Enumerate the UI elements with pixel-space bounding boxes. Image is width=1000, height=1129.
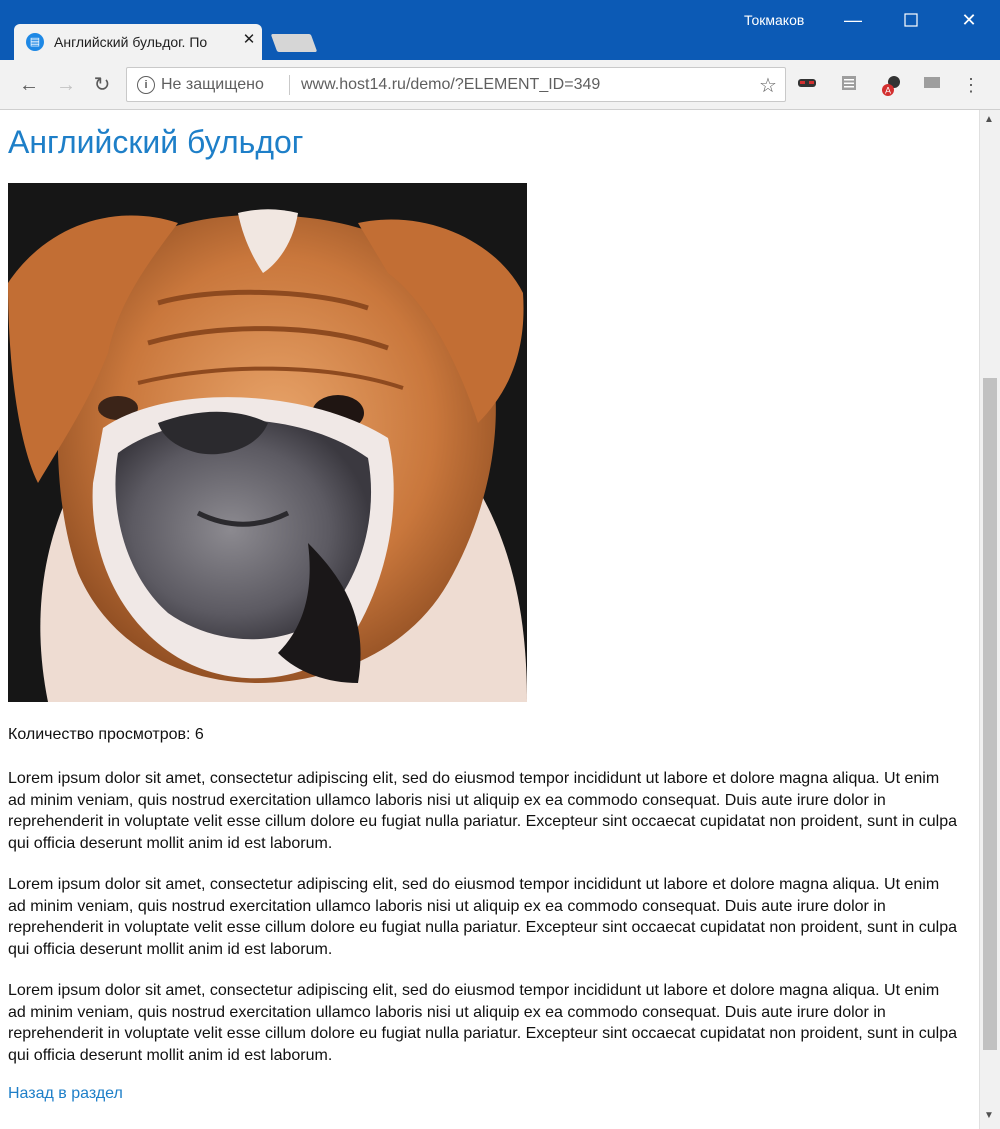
translate-extension-icon[interactable]: A	[880, 75, 900, 96]
minimize-icon[interactable]: —	[824, 0, 882, 40]
title-bar: ▤ Английский бульдог. По ✕ Токмаков — ✕	[0, 0, 1000, 60]
basket-icon: ▤	[26, 33, 44, 51]
article-paragraph: Lorem ipsum dolor sit amet, consectetur …	[8, 876, 958, 958]
browser-window: ▤ Английский бульдог. По ✕ Токмаков — ✕ …	[0, 0, 1000, 1129]
security-status[interactable]: Не защищено	[161, 76, 264, 94]
reader-extension-icon[interactable]	[839, 75, 859, 95]
tab-title: Английский бульдог. По	[54, 34, 208, 50]
reload-icon[interactable]: ↻	[89, 72, 115, 98]
svg-text:A: A	[885, 86, 891, 96]
article-paragraph: Lorem ipsum dolor sit amet, consectetur …	[8, 982, 958, 1064]
star-icon[interactable]: ☆	[759, 73, 777, 98]
info-icon[interactable]: i	[137, 76, 155, 94]
view-count: Количество просмотров: 6	[8, 726, 204, 743]
scroll-up-arrow-icon[interactable]: ▲	[984, 114, 994, 125]
maximize-icon[interactable]	[882, 0, 940, 40]
kebab-menu-icon[interactable]: ⋮	[961, 75, 981, 95]
new-tab-button[interactable]	[270, 34, 318, 52]
close-icon[interactable]: ✕	[240, 31, 258, 49]
page-scrollbar[interactable]: ▲ ▼	[979, 110, 1000, 1129]
browser-toolbar: ← → ↻ i Не защищено www.host14.ru/demo/?…	[0, 60, 1000, 110]
page-viewport: Английский бульдог Количество просмотров…	[0, 110, 979, 1129]
url-text[interactable]: www.host14.ru/demo/?ELEMENT_ID=349	[301, 76, 600, 94]
address-divider	[289, 75, 290, 95]
page-title: Английский бульдог	[8, 124, 304, 160]
article-paragraph: Lorem ipsum dolor sit amet, consectetur …	[8, 770, 958, 852]
cast-extension-icon[interactable]	[922, 75, 942, 95]
scroll-down-arrow-icon[interactable]: ▼	[984, 1110, 994, 1121]
back-to-section-link[interactable]: Назад в раздел	[8, 1085, 123, 1103]
back-arrow-icon[interactable]: ←	[16, 72, 42, 98]
mask-extension-icon[interactable]	[797, 75, 817, 95]
bulldog-photo	[8, 183, 527, 702]
profile-name[interactable]: Токмаков	[744, 12, 804, 28]
forward-arrow-icon[interactable]: →	[53, 72, 79, 98]
scroll-thumb[interactable]	[983, 378, 997, 1050]
address-bar[interactable]: i Не защищено www.host14.ru/demo/?ELEMEN…	[126, 67, 786, 102]
window-close-icon[interactable]: ✕	[940, 0, 998, 40]
active-tab[interactable]: ▤ Английский бульдог. По ✕	[14, 24, 262, 60]
